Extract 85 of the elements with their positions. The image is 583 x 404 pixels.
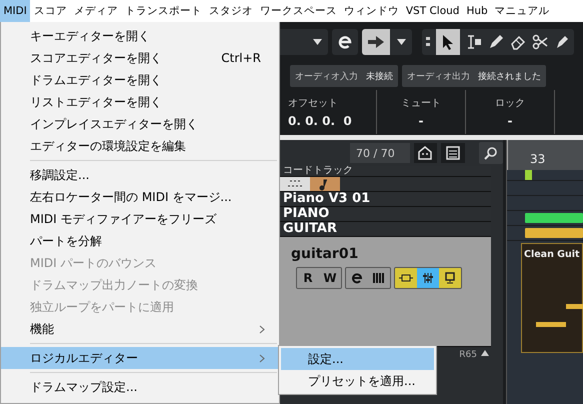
midi-part[interactable]: Clean Guit <box>521 243 583 353</box>
menu-item[interactable]: 移調設定... <box>1 164 279 186</box>
menu-bar-item[interactable]: トランスポート <box>121 0 206 22</box>
range-tool-icon[interactable] <box>466 34 482 50</box>
search-button[interactable] <box>479 142 504 164</box>
routing-text: 接続されました <box>478 70 541 82</box>
menu-item[interactable]: ドラムエディターを開く <box>1 69 279 91</box>
track-name: GUITAR <box>282 222 337 236</box>
menu-item[interactable]: ドラムマップ設定... <box>1 376 279 398</box>
menu-item[interactable]: ロジカルエディター <box>1 347 279 369</box>
menu-item[interactable]: パートを分解 <box>1 230 279 252</box>
marker-icon <box>525 170 532 180</box>
mixer-button[interactable] <box>417 268 439 288</box>
track-name: Piano V3 01 <box>282 192 370 206</box>
track-count: 70 / 70 <box>350 143 410 163</box>
visibility-button[interactable] <box>414 143 438 163</box>
caret-icon <box>313 39 322 45</box>
editor-button[interactable] <box>332 29 358 55</box>
e-logo-icon <box>337 34 353 50</box>
pencil-icon[interactable] <box>488 34 504 50</box>
dropdown-field[interactable] <box>280 29 328 55</box>
menu-bar-item[interactable]: スコア <box>30 0 70 22</box>
routing-text: オーディオ出力 <box>407 70 470 82</box>
edit-button[interactable] <box>346 268 368 288</box>
routing-text: オーディオ入力 <box>295 70 358 82</box>
caret-icon <box>396 39 406 45</box>
bar-number: 33 <box>530 152 546 166</box>
track-label: R65 <box>459 350 477 360</box>
menu-item[interactable]: 設定... <box>281 348 434 370</box>
house-icon <box>418 146 432 160</box>
monitor-button[interactable] <box>439 268 461 288</box>
routing-text: 未接続 <box>366 70 393 82</box>
routing-box[interactable]: オーディオ出力 接続されました <box>402 65 546 87</box>
scissors-icon[interactable] <box>532 34 548 50</box>
e-logo-icon <box>351 272 363 284</box>
search-icon <box>484 146 498 160</box>
track-name: PIANO <box>282 207 330 221</box>
menu-bar-item[interactable]: スタジオ <box>205 0 256 22</box>
menu-item[interactable]: 機能 <box>1 318 279 340</box>
plugin-icon <box>399 272 413 284</box>
part-name: Clean Guit <box>523 248 581 260</box>
info-value: - <box>418 114 424 128</box>
menu-bar-item[interactable]: ワークスペース <box>256 0 340 22</box>
routing-box[interactable]: オーディオ入力 未接続 <box>290 65 398 87</box>
menu-item[interactable]: リストエディターを開く <box>1 91 279 113</box>
eraser-icon[interactable] <box>510 34 526 50</box>
menu-item[interactable]: スコアエディターを開く Ctrl+R <box>1 47 279 69</box>
timeline-ruler[interactable]: 33 <box>507 140 583 170</box>
track-header[interactable]: guitar01 R W <box>280 237 491 347</box>
list-button[interactable] <box>441 143 466 163</box>
chevron-right-icon <box>259 354 265 362</box>
menu-bar-item[interactable]: ウィンドウ <box>340 0 402 22</box>
snap-button[interactable] <box>362 29 412 55</box>
keyboard-button[interactable] <box>368 268 390 288</box>
menu-item[interactable]: 左右ロケーター間の MIDI をマージ... <box>1 186 279 208</box>
menu-bar-item[interactable]: Hub <box>462 0 492 22</box>
track-button[interactable]: W <box>319 268 341 288</box>
grip-icon <box>426 37 430 47</box>
menu-bar-item[interactable]: MIDI <box>0 0 30 22</box>
chevron-right-icon <box>259 324 265 334</box>
snap-arrow-icon <box>367 35 385 49</box>
menu-bar-item[interactable]: マニュアル <box>491 0 554 22</box>
info-label: ロック <box>494 97 526 110</box>
track-button[interactable]: R <box>297 268 319 288</box>
menu-item[interactable]: インプレイスエディターを開く <box>1 113 279 135</box>
insert-button[interactable] <box>395 268 417 288</box>
info-value: - <box>506 114 514 128</box>
cursor-icon <box>442 34 454 50</box>
info-label: オフセット <box>288 97 339 110</box>
menu-item[interactable]: MIDI モディファイアーをフリーズ <box>1 208 279 230</box>
faders-icon <box>422 272 434 284</box>
info-label: ミュート <box>400 97 442 110</box>
menu-item[interactable]: キーエディターを開く <box>1 25 279 47</box>
triangle-up-icon[interactable] <box>481 350 489 356</box>
monitor-icon <box>444 272 456 284</box>
menu-item[interactable]: プリセットを適用... <box>281 370 434 392</box>
menu-bar-item[interactable]: VST Cloud <box>402 0 463 22</box>
piano-keys-icon <box>373 272 385 284</box>
info-value: 0. 0. 0. 0 <box>288 114 353 128</box>
list-icon <box>446 146 460 160</box>
note <box>536 322 566 327</box>
menu-bar-item[interactable]: メディア <box>70 0 122 22</box>
menu-item[interactable]: エディターの環境設定を編集 <box>1 135 279 157</box>
pointer-tool[interactable] <box>436 29 460 55</box>
track-name: guitar01 <box>290 247 358 261</box>
